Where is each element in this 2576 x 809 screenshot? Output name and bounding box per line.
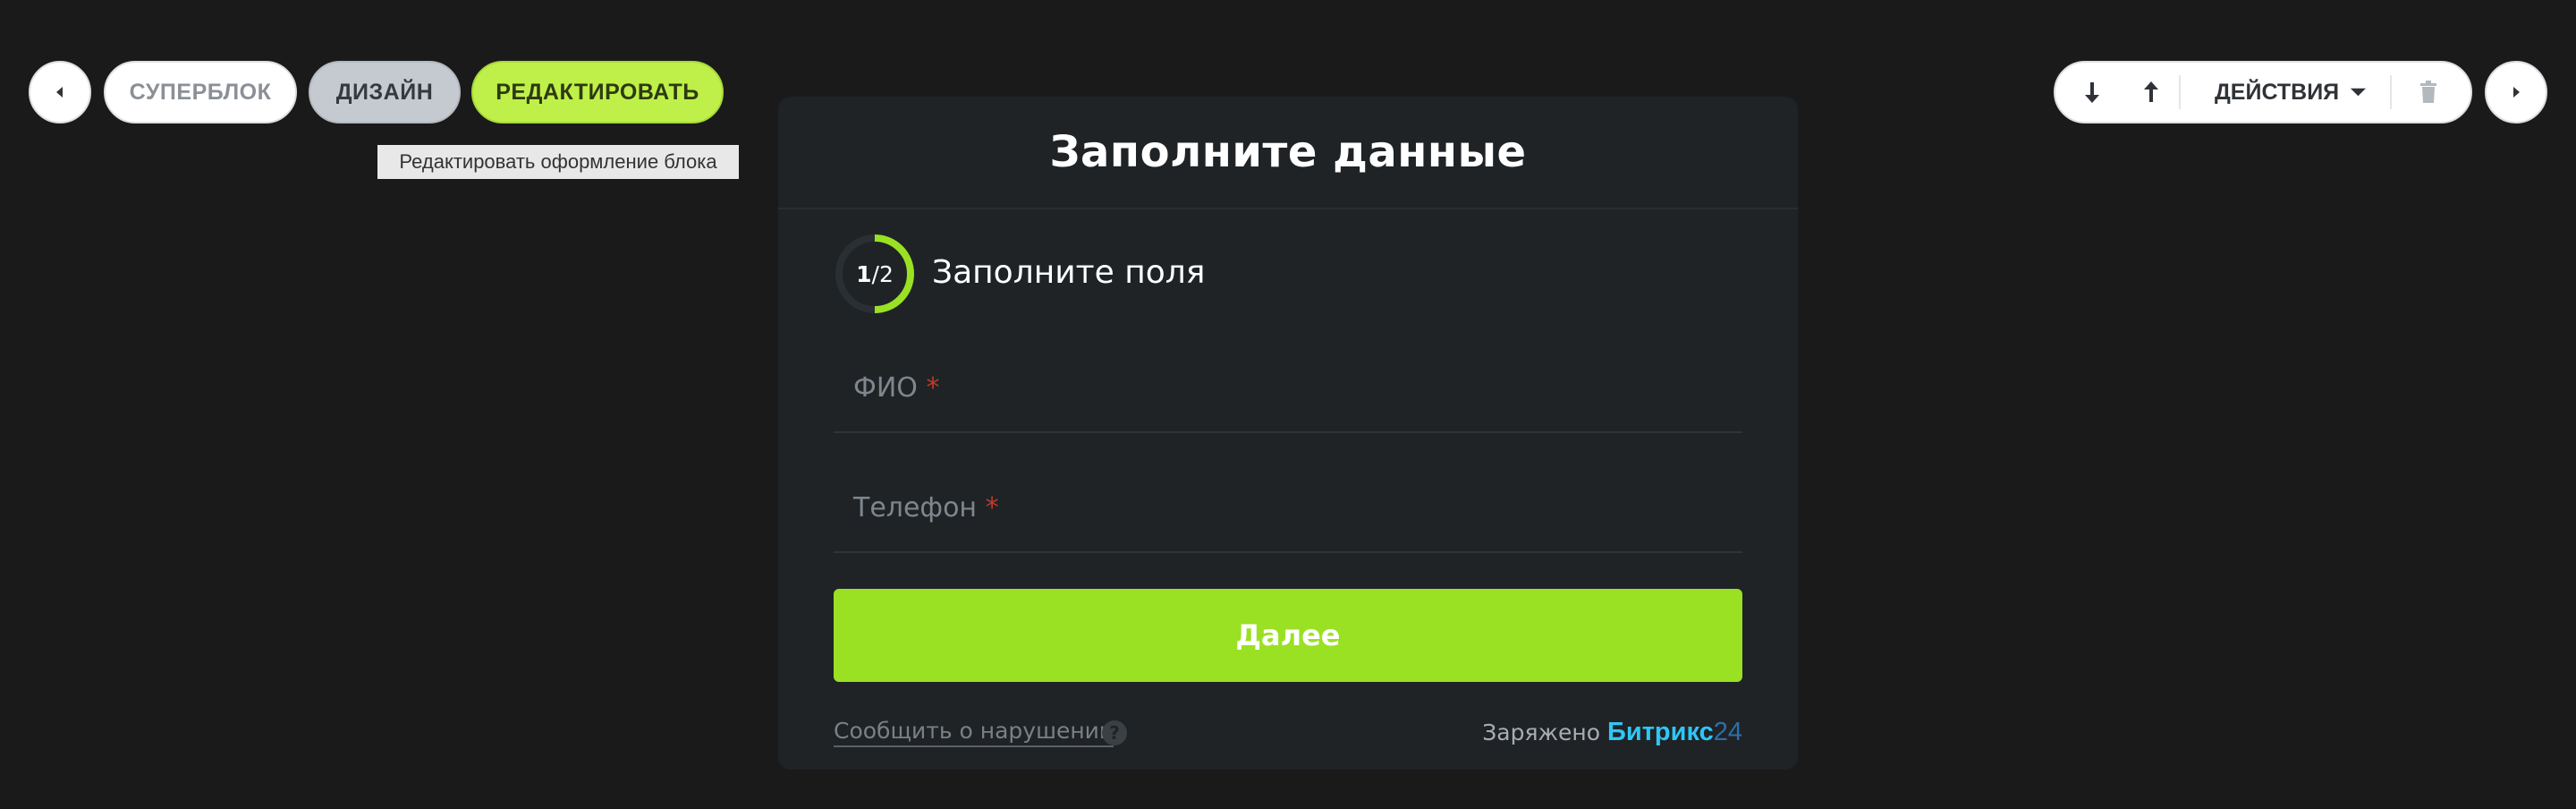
move-down-icon <box>2085 82 2099 103</box>
next-block-button[interactable] <box>2485 61 2547 123</box>
step-current: 1 <box>856 260 872 287</box>
brand-name: Битрикс <box>1607 718 1714 746</box>
phone-field-text: Телефон <box>853 492 978 524</box>
step-counter: 1/2 <box>834 233 916 315</box>
actions-label: ДЕЙСТВИЯ <box>2215 79 2340 105</box>
step-title: Заполните поля <box>932 254 1206 291</box>
actions-dropdown[interactable]: ДЕЙСТВИЯ <box>2215 63 2367 122</box>
name-field-text: ФИО <box>853 372 918 404</box>
form-header: Заполните данные <box>778 97 1798 209</box>
move-up-icon <box>2144 81 2158 102</box>
name-field[interactable]: ФИО * <box>834 336 1742 433</box>
form-card: Заполните данные 1/2 Заполните поля ФИО … <box>778 97 1798 770</box>
design-button[interactable]: ДИЗАЙН <box>309 61 461 123</box>
bitrix24-logo: Битрикс24 <box>1607 718 1742 747</box>
trash-icon <box>2420 81 2436 103</box>
next-button[interactable]: Далее <box>834 589 1742 682</box>
step-total: /2 <box>871 260 894 287</box>
block-actions-toolbar: ДЕЙСТВИЯ <box>2054 61 2472 123</box>
report-link[interactable]: Сообщить о нарушении <box>834 718 1114 747</box>
phone-field[interactable]: Телефон * <box>834 456 1742 553</box>
move-down-button[interactable] <box>2070 63 2114 122</box>
move-up-button[interactable] <box>2129 63 2174 122</box>
powered-by[interactable]: Заряжено Битрикс24 <box>1482 718 1742 747</box>
phone-field-label: Телефон * <box>853 492 999 524</box>
powered-label: Заряжено <box>1482 720 1601 745</box>
arrow-left-icon <box>56 87 63 98</box>
dropdown-caret-icon <box>2351 88 2367 97</box>
superblock-button[interactable]: СУПЕРБЛОК <box>104 61 297 123</box>
edit-button[interactable]: РЕДАКТИРОВАТЬ <box>471 61 724 123</box>
toolbar-divider <box>2179 75 2181 109</box>
form-title: Заполните данные <box>1049 127 1527 177</box>
help-icon[interactable]: ? <box>1102 720 1127 745</box>
edit-tooltip: Редактировать оформление блока <box>377 145 739 179</box>
delete-button[interactable] <box>2406 63 2451 122</box>
arrow-right-icon <box>2513 87 2520 98</box>
required-mark: * <box>985 492 999 524</box>
prev-block-button[interactable] <box>29 61 91 123</box>
name-field-label: ФИО * <box>853 372 939 404</box>
brand-number: 24 <box>1713 718 1742 746</box>
required-mark: * <box>926 372 940 404</box>
toolbar-divider <box>2390 75 2392 109</box>
